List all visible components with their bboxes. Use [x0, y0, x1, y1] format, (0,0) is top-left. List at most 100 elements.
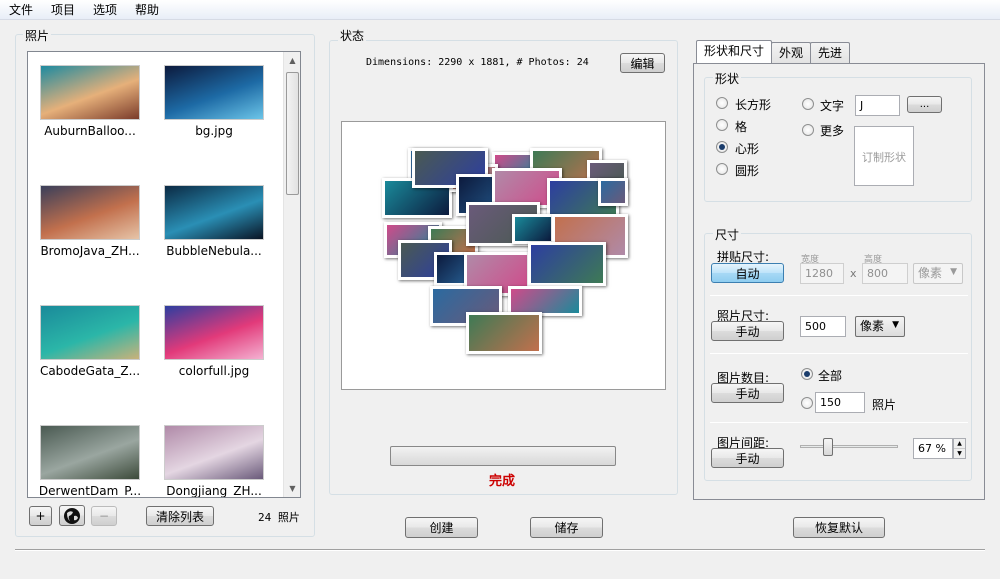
settings-tabs: 形状和尺寸 外观 先进 [696, 40, 851, 63]
photo-list-item[interactable]: CabodeGata_Z... [35, 305, 145, 378]
divider [710, 295, 968, 296]
divider [710, 353, 968, 354]
photo-list-scrollbar[interactable]: ▲ ▼ [283, 52, 300, 497]
photo-list-item[interactable]: colorfull.jpg [159, 305, 269, 378]
clear-list-button[interactable]: 清除列表 [146, 506, 214, 526]
menu-help[interactable]: 帮助 [126, 1, 168, 18]
divider [710, 422, 968, 423]
photo-filename: BromoJava_ZH... [40, 244, 140, 258]
shape-group-title: 形状 [713, 70, 742, 87]
shape-circle-radio[interactable] [716, 163, 728, 175]
photo-filename: bg.jpg [195, 124, 233, 138]
collage-photo [528, 242, 606, 286]
size-x-label: x [850, 267, 857, 280]
shape-rectangle-label[interactable]: 长方形 [735, 96, 771, 113]
photo-thumbnail [164, 425, 264, 480]
photo-count-custom-radio[interactable] [801, 397, 813, 409]
shape-text-label[interactable]: 文字 [820, 97, 844, 114]
photo-size-manual-button[interactable]: 手动 [711, 321, 784, 341]
collage-unit-value: 像素 [918, 266, 943, 280]
edit-button[interactable]: 编辑 [620, 53, 665, 73]
photo-size-unit-select[interactable]: 像素 ▼ [855, 316, 905, 337]
status-done-text: 完成 [489, 474, 516, 489]
status-group-title: 状态 [338, 27, 367, 44]
progress-bar [390, 446, 616, 466]
photo-filename: AuburnBalloo... [44, 124, 136, 138]
spacing-slider[interactable] [800, 438, 898, 458]
photo-filename: BubbleNebula... [166, 244, 262, 258]
remove-photo-button[interactable]: − [91, 506, 117, 526]
shape-grid-radio[interactable] [716, 119, 728, 131]
photo-size-unit-value: 像素 [860, 319, 885, 333]
photo-count-manual-button[interactable]: 手动 [711, 383, 784, 403]
photo-thumbnail [40, 305, 140, 360]
tab-appearance[interactable]: 外观 [771, 42, 812, 63]
spin-down-icon[interactable]: ▼ [954, 449, 965, 458]
add-photo-button[interactable]: + [29, 506, 52, 526]
shape-text-browse-button[interactable]: ... [907, 96, 942, 113]
menu-project[interactable]: 项目 [42, 1, 84, 18]
tab-shape-size[interactable]: 形状和尺寸 [696, 40, 773, 63]
collage-width-input[interactable]: 1280 [800, 263, 844, 284]
spacing-spinner[interactable]: ▲ ▼ [953, 438, 966, 459]
spacing-input[interactable]: 67 % [913, 438, 953, 459]
create-button[interactable]: 创建 [405, 517, 478, 538]
collage-preview [341, 121, 666, 390]
dimensions-text: Dimensions: 2290 x 1881, # Photos: 24 [366, 57, 589, 68]
collage-unit-select[interactable]: 像素 ▼ [913, 263, 963, 284]
save-button[interactable]: 储存 [530, 517, 603, 538]
collage-height-input[interactable]: 800 [862, 263, 908, 284]
scroll-down-icon[interactable]: ▼ [284, 480, 300, 497]
shape-rectangle-radio[interactable] [716, 97, 728, 109]
custom-shape-box[interactable]: 订制形状 [854, 126, 914, 186]
photo-count-all-radio[interactable] [801, 368, 813, 380]
photo-list-item[interactable]: AuburnBalloo... [35, 65, 145, 138]
spin-up-icon[interactable]: ▲ [954, 439, 965, 449]
shape-grid-label[interactable]: 格 [735, 118, 747, 135]
scroll-up-icon[interactable]: ▲ [284, 52, 300, 69]
chevron-down-icon: ▼ [950, 267, 957, 277]
shape-heart-label[interactable]: 心形 [735, 140, 759, 157]
menu-options[interactable]: 选项 [84, 1, 126, 18]
shape-text-radio[interactable] [802, 98, 814, 110]
photo-list-item[interactable]: Dongjiang_ZH... [159, 425, 269, 497]
photo-list-item[interactable]: BromoJava_ZH... [35, 185, 145, 258]
photo-list-item[interactable]: BubbleNebula... [159, 185, 269, 258]
photo-count-all-label[interactable]: 全部 [818, 367, 842, 384]
size-group-title: 尺寸 [713, 226, 742, 243]
restore-defaults-button[interactable]: 恢复默认 [793, 517, 885, 538]
photo-thumbnail [164, 185, 264, 240]
spacing-value: 67 [918, 442, 932, 455]
tab-advanced[interactable]: 先进 [810, 42, 851, 63]
photo-count-input[interactable]: 150 [815, 392, 865, 413]
spacing-unit: % [935, 442, 946, 455]
photo-thumbnail [40, 185, 140, 240]
spacing-slider-thumb[interactable] [823, 438, 833, 456]
shape-circle-label[interactable]: 圆形 [735, 162, 759, 179]
globe-icon [64, 507, 80, 524]
shape-heart-radio[interactable] [716, 141, 728, 153]
photo-thumbnail [40, 65, 140, 120]
spacing-manual-button[interactable]: 手动 [711, 448, 784, 468]
photo-size-input[interactable]: 500 [800, 316, 846, 337]
shape-more-label[interactable]: 更多 [820, 122, 844, 139]
menu-bar: 文件 项目 选项 帮助 [0, 0, 1000, 20]
photo-list-item[interactable]: bg.jpg [159, 65, 269, 138]
photo-count-unit: 照片 [872, 398, 897, 412]
photo-filename: DerwentDam_P... [38, 484, 142, 498]
menu-file[interactable]: 文件 [0, 1, 42, 18]
custom-shape-label: 订制形状 [862, 151, 906, 164]
photo-thumbnail [164, 65, 264, 120]
photo-list[interactable]: AuburnBalloo... bg.jpg BromoJava_ZH... Bubb… [27, 51, 301, 498]
shape-text-input[interactable]: J [855, 95, 900, 116]
collage-size-auto-button[interactable]: 自动 [711, 263, 784, 283]
chevron-down-icon: ▼ [892, 320, 899, 330]
scroll-thumb[interactable] [286, 72, 299, 195]
photo-thumbnail [40, 425, 140, 480]
shape-more-radio[interactable] [802, 124, 814, 136]
photo-filename: colorfull.jpg [178, 364, 250, 378]
status-divider [15, 549, 985, 551]
add-web-photo-button[interactable] [59, 505, 85, 526]
collage-photo [512, 214, 554, 244]
photo-list-item[interactable]: DerwentDam_P... [35, 425, 145, 498]
